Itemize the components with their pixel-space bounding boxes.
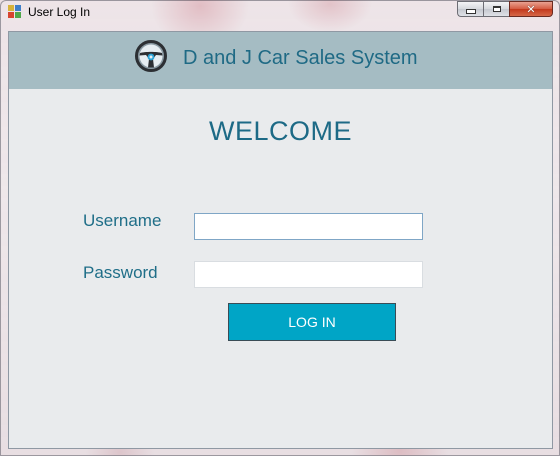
minimize-button[interactable] — [457, 1, 483, 17]
close-icon: ✕ — [526, 2, 536, 16]
title-bar[interactable]: User Log In ✕ — [1, 1, 559, 25]
window-title: User Log In — [28, 5, 91, 19]
maximize-icon — [492, 6, 501, 12]
welcome-heading: WELCOME — [208, 116, 352, 146]
window-controls: ✕ — [457, 1, 553, 17]
app-title: D and J Car Sales System — [183, 47, 418, 69]
app-header: D and J Car Sales System — [9, 32, 552, 89]
login-button[interactable]: LOG IN — [228, 303, 396, 341]
username-input[interactable] — [194, 213, 423, 240]
login-window: User Log In ✕ D and J Car Sales System W… — [0, 0, 560, 456]
maximize-button[interactable] — [483, 1, 509, 17]
form-client-area: D and J Car Sales System WELCOME Usernam… — [8, 31, 553, 449]
steering-wheel-icon — [135, 40, 167, 72]
close-button[interactable]: ✕ — [509, 1, 553, 17]
username-label: Username — [83, 211, 162, 230]
minimize-icon — [465, 9, 476, 14]
app-window-icon — [8, 5, 22, 19]
password-label: Password — [83, 263, 158, 282]
password-input[interactable] — [194, 261, 423, 288]
